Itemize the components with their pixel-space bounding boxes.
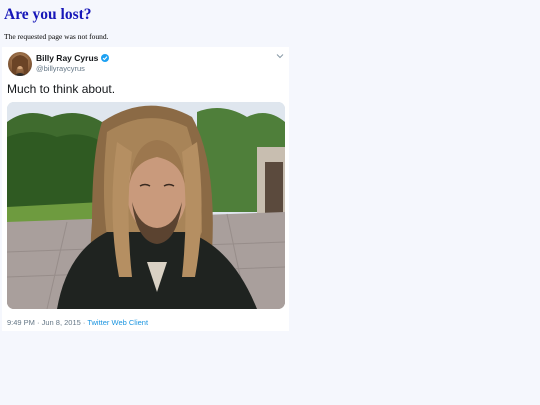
tweet-client-link[interactable]: Twitter Web Client	[87, 318, 148, 327]
tweet-meta: 9:49 PM · Jun 8, 2015 · Twitter Web Clie…	[7, 318, 148, 327]
not-found-message: The requested page was not found.	[4, 32, 109, 41]
verified-badge-icon	[101, 54, 110, 62]
tweet-photo[interactable]	[7, 102, 285, 309]
tweet-text: Much to think about.	[7, 82, 116, 96]
author-name-label[interactable]: Billy Ray Cyrus	[36, 53, 98, 63]
author-name[interactable]: Billy Ray Cyrus	[36, 53, 110, 63]
avatar[interactable]	[8, 52, 32, 76]
tweet-timestamp[interactable]: 9:49 PM · Jun 8, 2015	[7, 318, 81, 327]
author-handle[interactable]: @billyraycyrus	[36, 64, 85, 73]
embedded-tweet[interactable]: Billy Ray Cyrus @billyraycyrus Much to t…	[2, 47, 289, 331]
page-title: Are you lost?	[4, 6, 92, 23]
chevron-down-icon[interactable]	[275, 51, 285, 61]
